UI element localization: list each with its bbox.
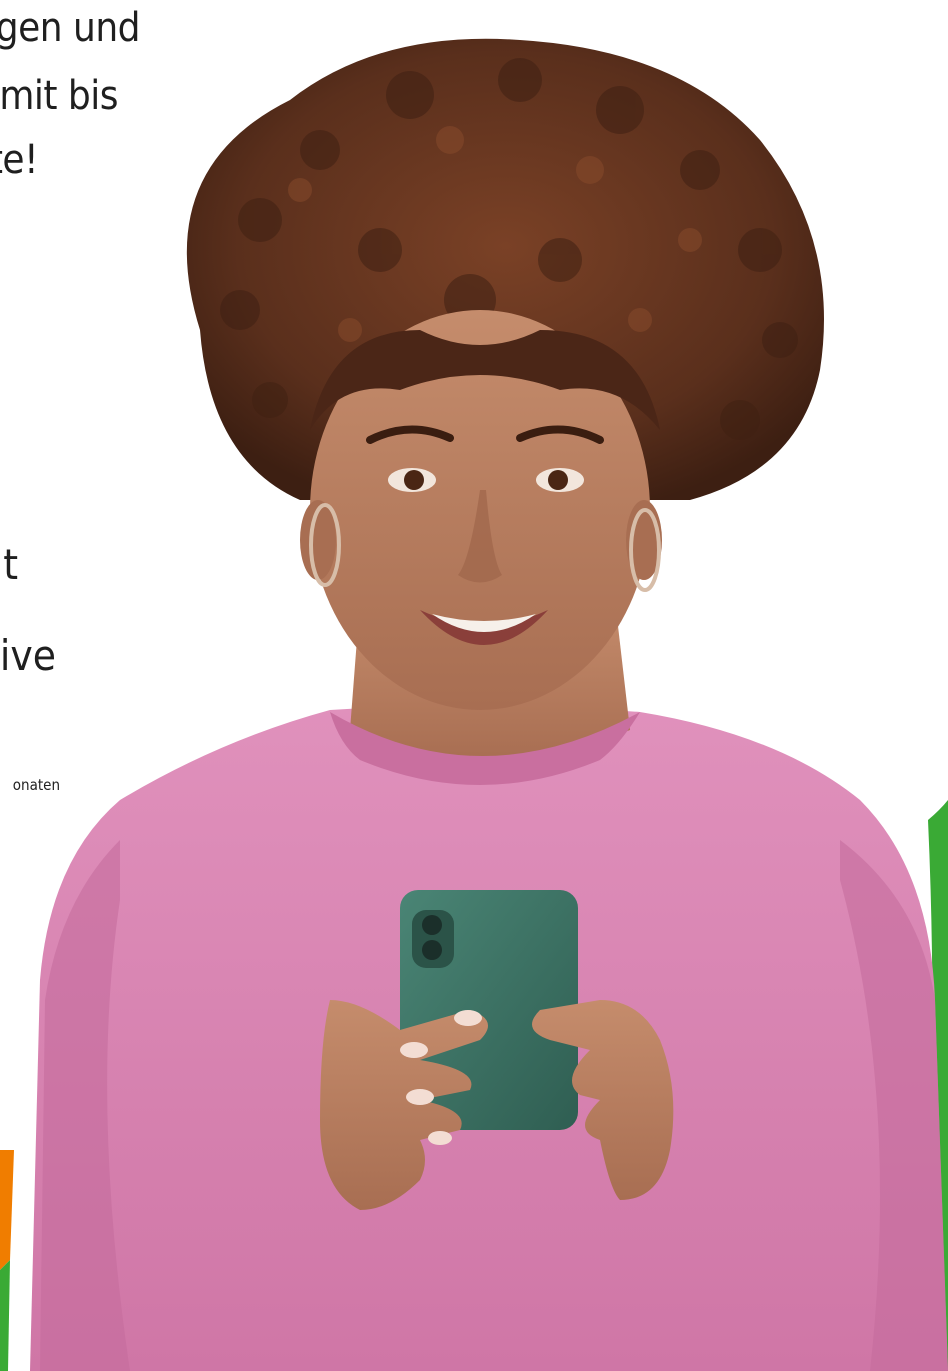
headline-text-block: gen und mit bis te! xyxy=(0,0,160,200)
headline-line-1: gen und xyxy=(0,5,141,51)
headline-line-3: te! xyxy=(0,137,39,183)
footnote-label: onaten xyxy=(12,776,60,794)
headline-line-2: mit bis xyxy=(0,73,118,119)
subtext-line-2: ive xyxy=(0,631,56,680)
subtext-line-1: t xyxy=(3,540,18,589)
hero-banner: gen und mit bis te! t ive onaten xyxy=(0,0,948,1371)
footnote-text: onaten xyxy=(0,776,60,798)
subtext-block: t ive xyxy=(0,520,80,710)
person-holding-smartphone-photo xyxy=(30,38,948,1371)
